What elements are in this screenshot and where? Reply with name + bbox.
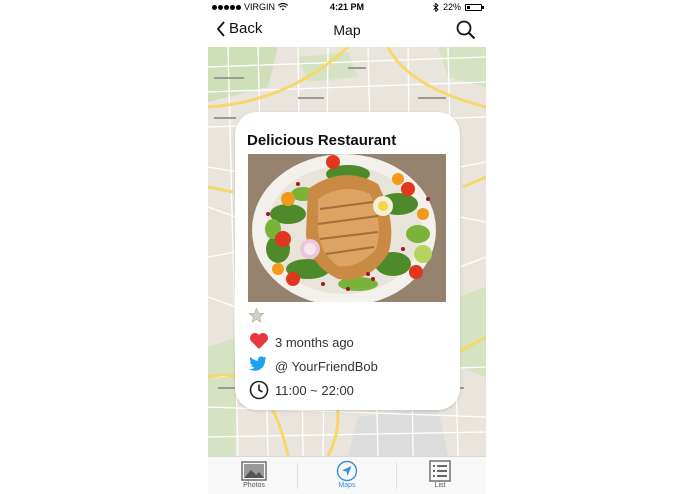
page-title: Map <box>333 22 361 38</box>
status-bar: VIRGIN 4:21 PM 22% <box>208 0 486 14</box>
time-ago-row: 3 months ago <box>249 332 354 352</box>
clock-icon <box>249 380 269 400</box>
phone-screen: VIRGIN 4:21 PM 22% Back Map Delicious Re… <box>208 0 486 494</box>
restaurant-card[interactable]: Delicious Restaurant 3 months ago @ Your… <box>235 112 460 410</box>
list-icon <box>429 460 451 482</box>
twitter-handle: @ YourFriendBob <box>275 358 378 374</box>
search-icon <box>456 20 476 40</box>
tab-divider <box>297 463 298 489</box>
bluetooth-icon <box>433 2 439 12</box>
search-button[interactable] <box>456 20 476 45</box>
tab-list[interactable]: List <box>394 460 486 489</box>
heart-icon <box>249 332 269 352</box>
photos-icon <box>241 461 267 481</box>
tab-maps[interactable]: Maps <box>301 460 393 489</box>
battery-icon <box>465 3 484 11</box>
tab-maps-label: Maps <box>338 482 356 489</box>
map-view[interactable]: Delicious Restaurant 3 months ago @ Your… <box>208 47 486 456</box>
tab-photos-label: Photos <box>243 482 265 489</box>
hours-text: 11:00 ~ 22:00 <box>275 382 354 398</box>
battery-percent: 22% <box>442 2 461 12</box>
time-ago-text: 3 months ago <box>275 334 354 350</box>
hours-row: 11:00 ~ 22:00 <box>249 380 354 400</box>
twitter-icon <box>249 356 269 376</box>
restaurant-photo[interactable] <box>248 154 446 302</box>
restaurant-title: Delicious Restaurant <box>247 132 397 149</box>
tab-bar: Photos Maps List <box>208 456 486 494</box>
star-empty-icon <box>249 308 264 323</box>
tab-list-label: List <box>434 482 446 489</box>
food-image <box>248 154 446 302</box>
navigation-bar: Back Map <box>208 14 486 46</box>
tab-photos[interactable]: Photos <box>208 460 300 489</box>
twitter-row[interactable]: @ YourFriendBob <box>249 356 378 376</box>
maps-icon <box>336 460 358 482</box>
